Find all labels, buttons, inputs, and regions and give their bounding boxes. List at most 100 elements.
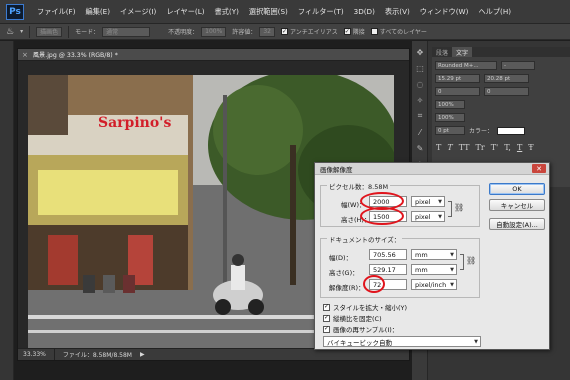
menu-help[interactable]: ヘルプ(H) <box>473 7 516 17</box>
resample-label: 画像の再サンプル(I)： <box>333 326 399 334</box>
eyedropper-icon[interactable]: ⁄ <box>415 127 425 137</box>
magic-wand-icon[interactable]: ✧ <box>415 95 425 105</box>
faux-bold-button[interactable]: T <box>436 143 441 152</box>
checkmark-icon: ✓ <box>323 325 330 333</box>
small-caps-button[interactable]: Tr <box>476 143 485 152</box>
tools-panel-collapsed[interactable] <box>0 41 14 380</box>
strikethrough-button[interactable]: Ŧ <box>528 143 533 152</box>
doc-height-unit-value: mm <box>415 265 428 274</box>
ok-button[interactable]: OK <box>489 183 545 195</box>
chevron-down-icon: ▼ <box>474 339 478 345</box>
chevron-down-icon: ▼ <box>450 252 454 258</box>
doc-width-unit-select[interactable]: mm ▼ <box>411 249 457 260</box>
resample-method-select[interactable]: バイキュービック自動 ▼ <box>323 336 481 347</box>
cancel-button[interactable]: キャンセル <box>489 199 545 211</box>
doc-height-input[interactable]: 529.17 <box>369 264 407 275</box>
all-layers-label: すべてのレイヤー <box>379 29 427 36</box>
doc-height-label: 高さ(G)： <box>329 269 359 277</box>
file-size-info: ファイル：8.58M/8.58M <box>62 352 132 359</box>
baseline-input[interactable]: 0 pt <box>435 126 465 135</box>
menu-filter[interactable]: フィルター(T) <box>293 7 349 17</box>
tracking-input[interactable]: 0 <box>484 87 529 96</box>
doc-width-label: 幅(D)： <box>329 254 353 262</box>
doc-height-unit-select[interactable]: mm ▼ <box>411 264 457 275</box>
font-family-select[interactable]: Rounded M+... <box>435 61 497 70</box>
doc-width-unit-value: mm <box>415 250 428 259</box>
move-icon[interactable]: ✥ <box>415 47 425 57</box>
tool-preset-picker[interactable]: ▾ <box>20 28 23 35</box>
fill-source-select[interactable]: 描画色 <box>36 26 63 37</box>
image-size-dialog: 画像解像度 ✕ ピクセル数：8.58M 幅(W)： 2000 pixel ▼ 高さ… <box>314 162 550 350</box>
menu-file[interactable]: ファイル(F) <box>32 7 81 17</box>
font-style-select[interactable]: - <box>501 61 535 70</box>
chain-link-icon: ⛓ <box>466 256 477 265</box>
kerning-input[interactable]: 0 <box>435 87 480 96</box>
panel-tabs: 段落 文字 <box>432 47 570 57</box>
all-layers-checkbox[interactable]: すべてのレイヤー <box>370 27 427 36</box>
close-icon[interactable]: ✕ <box>532 164 546 173</box>
link-bracket <box>460 254 464 270</box>
width-unit-select[interactable]: pixel ▼ <box>411 196 445 207</box>
horizontal-scale-input[interactable]: 100% <box>435 113 465 122</box>
checkmark-icon: ✓ <box>280 28 288 35</box>
tab-character[interactable]: 文字 <box>452 47 473 57</box>
menu-window[interactable]: ウィンドウ(W) <box>415 7 474 17</box>
height-unit-select[interactable]: pixel ▼ <box>411 211 445 222</box>
document-tab[interactable]: × 風景.jpg @ 33.3% (RGB/8) * <box>18 49 409 61</box>
menu-3d[interactable]: 3D(D) <box>349 7 380 16</box>
menu-view[interactable]: 表示(V) <box>380 7 415 17</box>
dialog-titlebar[interactable]: 画像解像度 ✕ <box>315 163 549 175</box>
leading-input[interactable]: 20.28 pt <box>484 74 529 83</box>
resample-checkbox[interactable]: ✓ 画像の再サンプル(I)： <box>323 324 398 334</box>
tolerance-input[interactable]: 32 <box>259 26 275 37</box>
auto-button[interactable]: 自動設定(A)... <box>489 218 545 230</box>
checkmark-icon: ✓ <box>323 303 330 311</box>
width-unit-value: pixel <box>415 197 431 206</box>
close-icon[interactable]: × <box>22 51 28 59</box>
brush-icon[interactable]: ✎ <box>415 143 425 153</box>
paint-bucket-icon[interactable]: ♨ <box>6 27 14 37</box>
underline-button[interactable]: T <box>517 143 522 152</box>
color-label: カラー： <box>469 128 494 135</box>
doc-width-input[interactable]: 705.56 <box>369 249 407 260</box>
link-bracket <box>448 201 452 217</box>
lasso-icon[interactable]: ◌ <box>415 79 425 89</box>
dialog-title: 画像解像度 <box>320 165 353 174</box>
constrain-proportions-checkbox[interactable]: ✓ 縦横比を固定(C) <box>323 313 382 323</box>
zoom-level[interactable]: 33.33% <box>18 349 55 360</box>
scale-styles-checkbox[interactable]: ✓ スタイルを拡大・縮小(Y) <box>323 302 407 312</box>
divider <box>29 25 31 38</box>
vertical-scale-input[interactable]: 100% <box>435 100 465 109</box>
contiguous-checkbox[interactable]: ✓ 隣接 <box>343 27 365 36</box>
subscript-button[interactable]: T, <box>504 143 511 152</box>
status-menu-arrow-icon[interactable]: ▶ <box>140 351 145 358</box>
crop-icon[interactable]: ⌗ <box>415 111 425 121</box>
checkbox-empty-icon <box>370 28 378 35</box>
resample-method-value: バイキュービック自動 <box>327 338 392 347</box>
menu-image[interactable]: イメージ(I) <box>115 7 161 17</box>
marquee-icon[interactable]: ⬚ <box>415 63 425 73</box>
text-color-swatch[interactable] <box>497 126 526 135</box>
document-size-label: ドキュメントのサイズ： <box>327 234 403 244</box>
menu-edit[interactable]: 編集(E) <box>81 7 116 17</box>
superscript-button[interactable]: T' <box>491 143 499 152</box>
chevron-down-icon: ▼ <box>438 199 442 205</box>
faux-italic-button[interactable]: T <box>447 143 452 152</box>
antialias-checkbox[interactable]: ✓ アンチエイリアス <box>280 27 338 36</box>
menu-bar: Ps ファイル(F) 編集(E) イメージ(I) レイヤー(L) 書式(Y) 選… <box>0 0 570 24</box>
divider <box>68 25 70 38</box>
mode-select[interactable]: 通常 <box>102 26 151 37</box>
opacity-input[interactable]: 100% <box>201 26 227 37</box>
resolution-unit-select[interactable]: pixel/inch ▼ <box>411 279 457 290</box>
menu-type[interactable]: 書式(Y) <box>210 7 244 17</box>
scale-styles-label: スタイルを拡大・縮小(Y) <box>333 304 408 312</box>
opacity-label: 不透明度： <box>168 29 199 36</box>
menu-select[interactable]: 選択範囲(S) <box>244 7 293 17</box>
font-size-input[interactable]: 15.29 pt <box>435 74 480 83</box>
document-title: 風景.jpg @ 33.3% (RGB/8) * <box>32 52 118 59</box>
resolution-unit-value: pixel/inch <box>415 280 447 289</box>
chain-link-icon: ⛓ <box>454 203 465 212</box>
all-caps-button[interactable]: TT <box>459 143 470 152</box>
tab-paragraph[interactable]: 段落 <box>432 47 452 57</box>
menu-layer[interactable]: レイヤー(L) <box>161 7 209 17</box>
